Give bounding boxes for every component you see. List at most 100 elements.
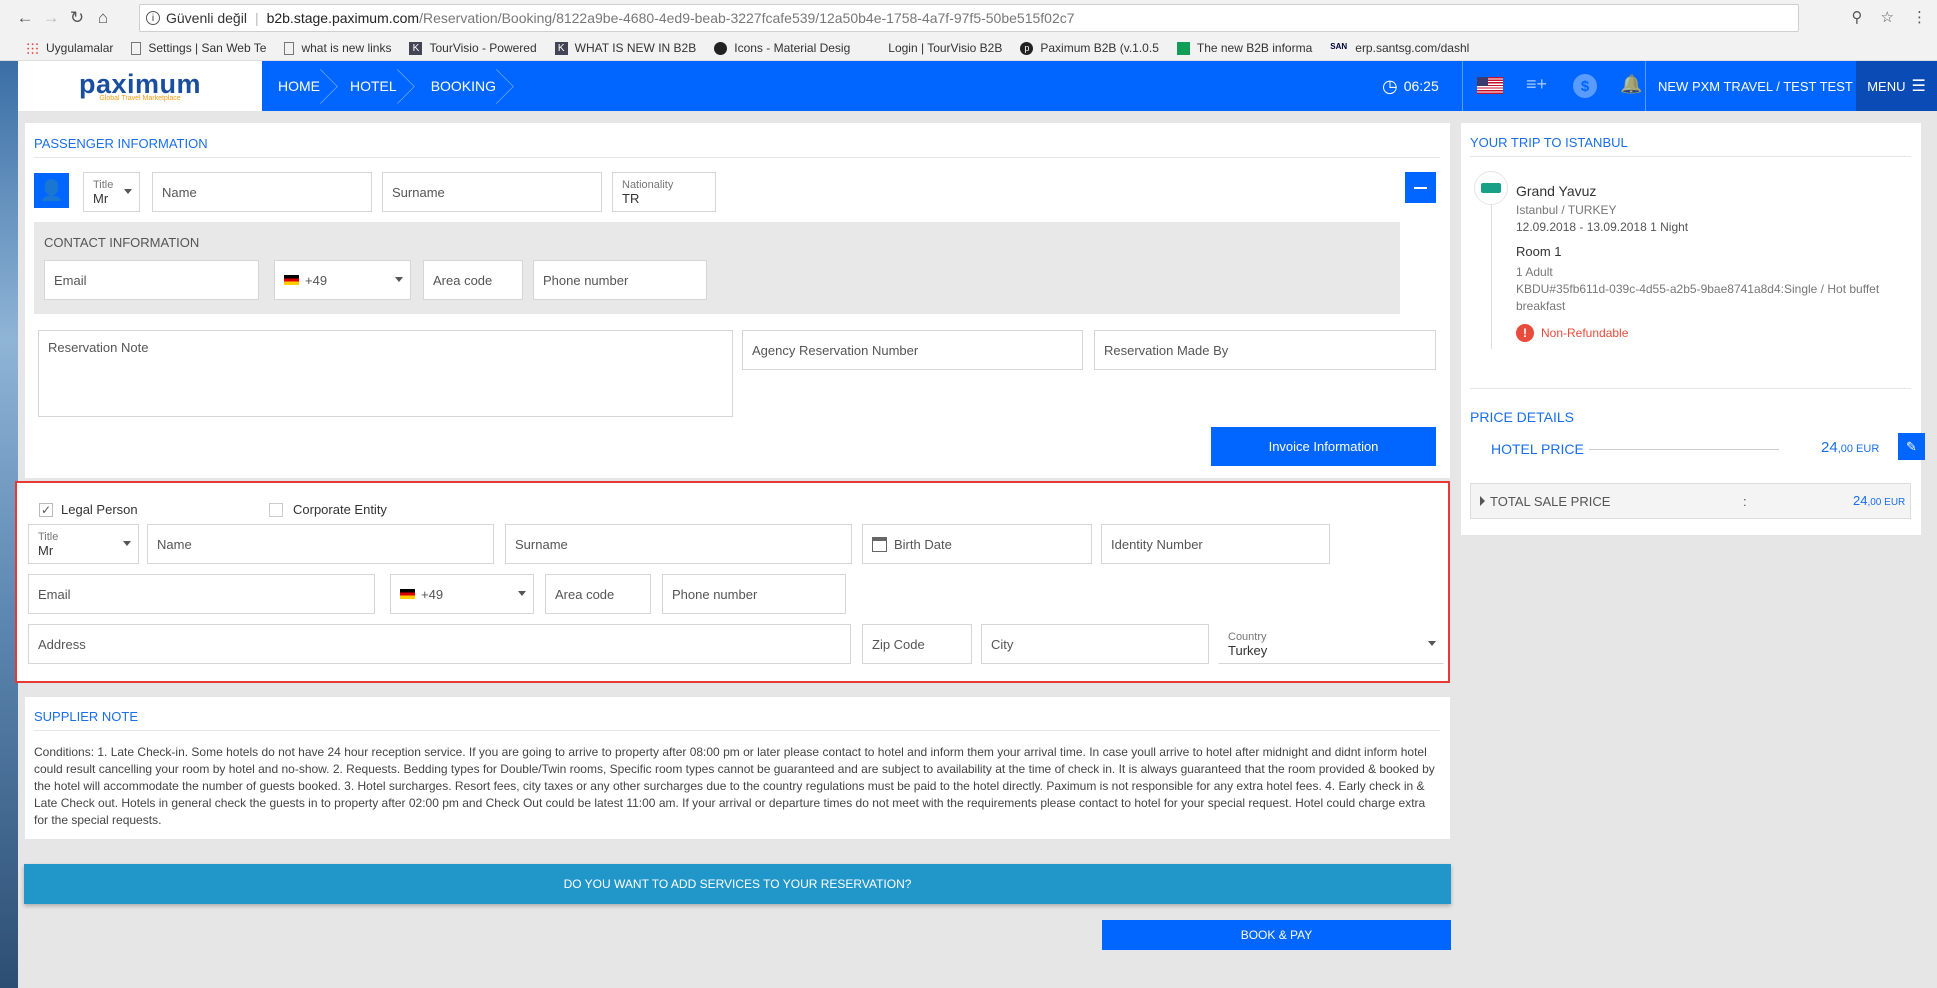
url-path: /Reservation/Booking/8122a9be-4680-4ed9-…	[419, 10, 1075, 26]
reservation-note-textarea[interactable]: Reservation Note	[38, 330, 733, 417]
field-value: Mr	[38, 542, 54, 558]
stay-dates: 12.09.2018 - 13.09.2018 1 Night	[1516, 220, 1689, 234]
zip-code-input[interactable]: Zip Code	[862, 624, 972, 664]
bookmark-label: Icons - Material Desig	[734, 41, 851, 55]
field-value: Turkey	[1228, 642, 1268, 658]
bookmark-item[interactable]: K WHAT IS NEW IN B2B	[554, 41, 696, 55]
address-bar[interactable]: i Güvenli değil | b2b.stage.paximum.com …	[139, 4, 1799, 32]
price-integer: 24	[1821, 439, 1838, 456]
currency-icon[interactable]: $	[1573, 74, 1597, 98]
header-divider	[1462, 61, 1463, 111]
security-label: Güvenli değil	[166, 10, 247, 26]
invoice-surname-input[interactable]: Surname	[505, 524, 852, 564]
invoice-information-button[interactable]: Invoice Information	[1211, 427, 1436, 466]
add-services-button[interactable]: DO YOU WANT TO ADD SERVICES TO YOUR RESE…	[24, 864, 1451, 904]
hotel-name: Grand Yavuz	[1516, 183, 1597, 199]
price-decimal: ,00 EUR	[1867, 497, 1906, 508]
edit-price-button[interactable]: ✎	[1898, 433, 1925, 460]
passenger-panel: PASSENGER INFORMATION 👤 Title Mr Name Su…	[25, 123, 1450, 478]
field-label: Title	[38, 530, 59, 543]
breadcrumb-home[interactable]: HOME	[262, 61, 334, 111]
us-flag-icon[interactable]	[1477, 77, 1503, 94]
menu-button[interactable]: MENU ☰	[1856, 61, 1937, 111]
phone-country-select[interactable]: +49	[274, 260, 411, 300]
passenger-name-input[interactable]: Name	[152, 172, 372, 212]
bookmark-item[interactable]: K TourVisio - Powered	[409, 41, 537, 55]
nationality-select[interactable]: Nationality TR	[612, 172, 716, 212]
session-timer: ◷ 06:25	[1382, 61, 1439, 111]
bookmark-label: Uygulamalar	[46, 41, 114, 55]
birth-date-input[interactable]: Birth Date	[862, 524, 1092, 564]
agency-user-label[interactable]: NEW PXM TRAVEL / TEST TEST	[1658, 61, 1853, 111]
invoice-area-code-input[interactable]: Area code	[545, 574, 651, 614]
invoice-phone-country-select[interactable]: +49	[390, 574, 534, 614]
room-name: Room 1	[1516, 244, 1562, 259]
bookmark-label: Settings | San Web Te	[148, 41, 267, 55]
book-and-pay-button[interactable]: BOOK & PAY	[1102, 920, 1451, 950]
passenger-title-select[interactable]: Title Mr	[83, 172, 140, 212]
bookmark-item[interactable]: p Paximum B2B (v.1.0.5	[1020, 41, 1159, 55]
field-label: Nationality	[622, 178, 674, 191]
invoice-email-input[interactable]: Email	[28, 574, 375, 614]
refund-label: Non-Refundable	[1541, 326, 1629, 340]
bookmark-item[interactable]: Icons - Material Desig	[714, 41, 850, 55]
invoice-name-input[interactable]: Name	[147, 524, 494, 564]
bookmark-item[interactable]: Login | TourVisio B2B	[868, 41, 1002, 55]
country-select[interactable]: Country Turkey	[1218, 624, 1444, 664]
playlist-add-icon[interactable]: ≡+	[1526, 74, 1547, 95]
bookmark-item[interactable]: The new B2B informa	[1176, 41, 1312, 55]
total-sale-price-row[interactable]: TOTAL SALE PRICE : 24,00 EUR	[1470, 483, 1911, 519]
bookmark-item[interactable]: what is new links	[284, 41, 391, 55]
more-icon[interactable]: ⋮	[1912, 8, 1927, 26]
address-separator: |	[254, 10, 259, 26]
caret-right-icon	[1480, 496, 1485, 506]
address-input[interactable]: Address	[28, 624, 851, 664]
contact-email-input[interactable]: Email	[44, 260, 259, 300]
bookmark-label: erp.santsg.com/dashl	[1355, 41, 1470, 55]
phone-code: +49	[421, 586, 444, 602]
logo[interactable]: paximum Global Travel Marketplace	[18, 61, 262, 111]
checkbox-checked-icon: ✓	[39, 502, 53, 517]
chevron-down-icon	[123, 541, 131, 546]
key-icon[interactable]: ⚲	[1852, 8, 1863, 26]
bookmark-item[interactable]: Settings | San Web Te	[131, 41, 266, 55]
agency-reservation-number-input[interactable]: Agency Reservation Number	[742, 330, 1083, 370]
star-icon[interactable]: ☆	[1881, 8, 1894, 26]
price-integer: 24	[1853, 493, 1868, 508]
timeline-line	[1491, 189, 1492, 349]
bookmark-label: Paximum B2B (v.1.0.5	[1040, 41, 1159, 55]
contact-area-code-input[interactable]: Area code	[423, 260, 523, 300]
header-divider	[1645, 61, 1646, 111]
bell-icon[interactable]: 🔔	[1620, 74, 1642, 95]
invoice-phone-input[interactable]: Phone number	[662, 574, 846, 614]
bed-icon	[1481, 183, 1501, 193]
field-value: TR	[622, 190, 640, 206]
passenger-section-title: PASSENGER INFORMATION	[34, 136, 208, 151]
info-icon[interactable]: i	[146, 11, 160, 25]
identity-number-input[interactable]: Identity Number	[1101, 524, 1330, 564]
contact-phone-input[interactable]: Phone number	[533, 260, 707, 300]
github-icon	[714, 41, 728, 55]
passenger-surname-input[interactable]: Surname	[382, 172, 602, 212]
breadcrumb-hotel[interactable]: HOTEL	[334, 61, 411, 111]
city-input[interactable]: City	[981, 624, 1209, 664]
legal-person-option[interactable]: ✓ Legal Person	[39, 502, 138, 517]
forward-icon[interactable]: →	[38, 5, 64, 31]
remove-passenger-button[interactable]	[1405, 172, 1436, 203]
page-icon	[284, 41, 295, 55]
invoice-title-select[interactable]: Title Mr	[28, 524, 139, 564]
person-icon: 👤	[34, 173, 69, 208]
reservation-made-by-input[interactable]: Reservation Made By	[1094, 330, 1436, 370]
reload-icon[interactable]: ↻	[64, 5, 90, 31]
corporate-entity-label: Corporate Entity	[293, 502, 387, 517]
bookmark-item[interactable]: SAN erp.santsg.com/dashl	[1330, 41, 1469, 55]
hotel-icon	[1474, 171, 1508, 205]
bookmark-item[interactable]: Uygulamalar	[26, 41, 113, 55]
minus-icon	[1414, 186, 1427, 189]
k-icon: K	[409, 41, 423, 55]
calendar-icon	[872, 536, 887, 552]
refund-status: ! Non-Refundable	[1516, 324, 1628, 342]
corporate-entity-option[interactable]: Corporate Entity	[269, 502, 387, 517]
home-icon[interactable]: ⌂	[90, 5, 116, 31]
back-icon[interactable]: ←	[12, 5, 38, 31]
